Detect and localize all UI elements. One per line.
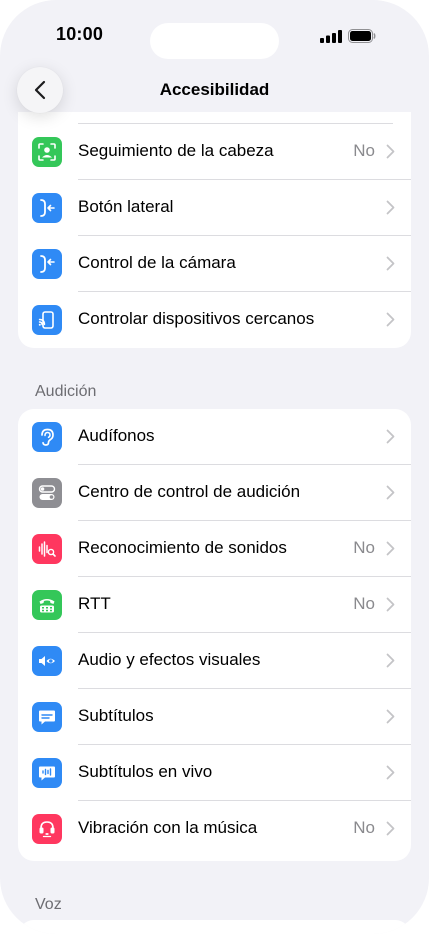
chevron-right-icon (386, 597, 395, 612)
list-item-head-tracking[interactable]: Seguimiento de la cabeza No (18, 124, 411, 180)
cellular-signal-icon (320, 30, 342, 43)
chevron-right-icon (386, 485, 395, 500)
list-item-side-button[interactable]: Botón lateral (18, 180, 411, 236)
phone-screen: 10:00 Accesibilidad Seguimiento de la ca… (0, 0, 429, 934)
voice-list (18, 920, 411, 934)
nearby-devices-icon (32, 305, 62, 335)
live-captions-icon (32, 758, 62, 788)
status-bar: 10:00 (0, 0, 429, 60)
chevron-right-icon (386, 429, 395, 444)
chevron-right-icon (386, 541, 395, 556)
list-item-label: Controlar dispositivos cercanos (78, 309, 315, 328)
chevron-right-icon (386, 312, 395, 327)
physical-motor-list: Seguimiento de la cabeza No Botón latera… (18, 112, 411, 348)
side-button-icon (32, 193, 62, 223)
hearing-list: Audífonos Centro de control de audición (18, 409, 411, 861)
chevron-right-icon (386, 709, 395, 724)
list-item-label: Audífonos (78, 426, 155, 445)
list-item-hearing-devices[interactable]: Audífonos (18, 409, 411, 465)
list-item-value: No (353, 141, 375, 160)
list-item-label: Centro de control de audición (78, 482, 301, 501)
chevron-right-icon (386, 144, 395, 159)
audio-visual-icon (32, 646, 62, 676)
music-haptics-icon (32, 814, 62, 844)
list-item-value: No (353, 594, 375, 613)
list-item-label: Control de la cámara (78, 253, 236, 272)
camera-control-icon (32, 249, 62, 279)
list-item-value: No (353, 818, 375, 837)
list-item-label: Audio y efectos visuales (78, 650, 261, 669)
chevron-right-icon (386, 200, 395, 215)
list-item-live-captions[interactable]: Subtítulos en vivo (18, 745, 411, 801)
chevron-right-icon (386, 653, 395, 668)
list-item-camera-control[interactable]: Control de la cámara (18, 236, 411, 292)
list-item-music-haptics[interactable]: Vibración con la música No (18, 801, 411, 857)
toggles-icon (32, 478, 62, 508)
back-button[interactable] (17, 67, 63, 113)
tty-phone-icon (32, 590, 62, 620)
list-item-audio-visual[interactable]: Audio y efectos visuales (18, 633, 411, 689)
list-item-rtt[interactable]: RTT No (18, 577, 411, 633)
head-tracking-icon (32, 137, 62, 167)
chevron-right-icon (386, 256, 395, 271)
section-header-voice: Voz (35, 896, 62, 913)
list-item-subtitles[interactable]: Subtítulos (18, 689, 411, 745)
list-item-label: Botón lateral (78, 197, 174, 216)
list-item-sound-recognition[interactable]: Reconocimiento de sonidos No (18, 521, 411, 577)
chevron-right-icon (386, 821, 395, 836)
list-item-value: No (353, 538, 375, 557)
battery-icon (348, 29, 376, 43)
subtitles-icon (32, 702, 62, 732)
list-item-label: Seguimiento de la cabeza (78, 141, 274, 160)
chevron-left-icon (34, 80, 46, 100)
chevron-right-icon (386, 765, 395, 780)
page-title: Accesibilidad (159, 80, 270, 99)
section-header-hearing: Audición (35, 383, 97, 400)
list-item-hearing-control-center[interactable]: Centro de control de audición (18, 465, 411, 521)
dynamic-island (150, 23, 279, 59)
list-item-label: Reconocimiento de sonidos (78, 538, 287, 557)
list-item-label: Vibración con la música (78, 818, 258, 837)
list-item-label: RTT (78, 594, 111, 613)
ear-icon (32, 422, 62, 452)
sound-recognition-icon (32, 534, 62, 564)
list-item-label: Subtítulos (78, 706, 154, 725)
list-item-nearby-devices[interactable]: Controlar dispositivos cercanos (18, 292, 411, 348)
list-item-label: Subtítulos en vivo (78, 762, 213, 781)
status-time: 10:00 (56, 24, 104, 44)
